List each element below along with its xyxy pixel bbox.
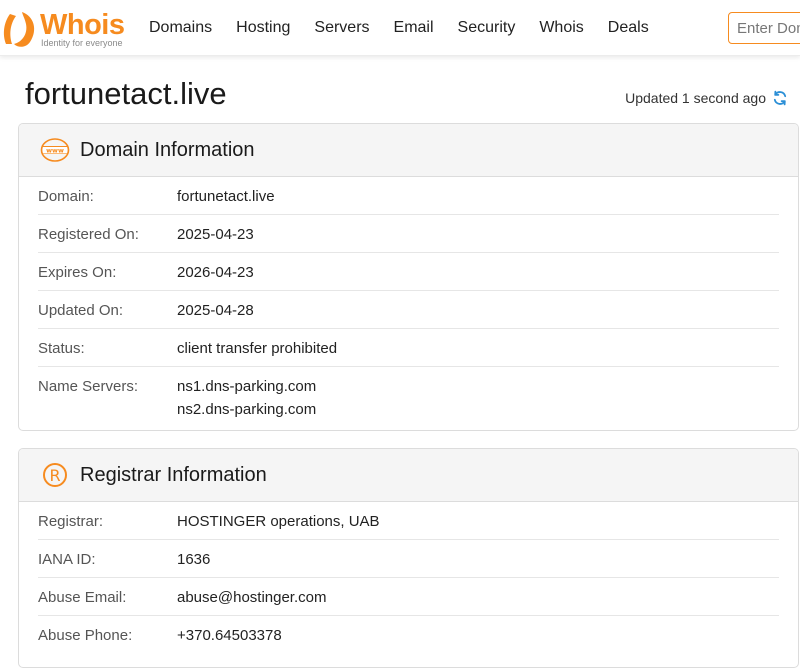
- domain-information-header: www Domain Information: [19, 124, 798, 177]
- site-header: Whois Identity for everyone Domains Host…: [0, 0, 800, 56]
- name-server-2: ns2.dns-parking.com: [177, 401, 317, 418]
- nav-whois[interactable]: Whois: [539, 0, 583, 56]
- registrar-information-title: Registrar Information: [80, 464, 267, 486]
- nav-deals[interactable]: Deals: [608, 0, 649, 56]
- info-row-registered-on: Registered On: 2025-04-23: [38, 215, 779, 253]
- row-label: Domain:: [38, 188, 94, 205]
- info-row-abuse-phone: Abuse Phone: +370.64503378: [38, 616, 779, 654]
- www-icon-text: www: [46, 146, 64, 154]
- row-label: Abuse Phone:: [38, 627, 133, 644]
- info-row-name-servers: Name Servers: ns1.dns-parking.com ns2.dn…: [38, 367, 779, 421]
- row-label: Abuse Email:: [38, 589, 127, 606]
- row-value: 1636: [177, 551, 211, 568]
- registrar-information-card: R Registrar Information Registrar: HOSTI…: [18, 448, 799, 668]
- updated-status: Updated 1 second ago: [625, 90, 788, 106]
- row-label: Registered On:: [38, 226, 139, 243]
- row-label: Expires On:: [38, 264, 117, 281]
- row-label: Updated On:: [38, 302, 124, 319]
- name-server-1: ns1.dns-parking.com: [177, 378, 317, 395]
- row-label: IANA ID:: [38, 551, 96, 568]
- www-globe-icon: www: [40, 138, 70, 162]
- row-value: 2025-04-28: [177, 302, 254, 319]
- refresh-icon[interactable]: [772, 90, 788, 106]
- row-value: 2026-04-23: [177, 264, 254, 281]
- row-value: client transfer prohibited: [177, 340, 338, 357]
- info-row-updated-on: Updated On: 2025-04-28: [38, 291, 779, 329]
- info-row-expires-on: Expires On: 2026-04-23: [38, 253, 779, 291]
- row-value: fortunetact.live: [177, 188, 275, 205]
- row-label: Status:: [38, 340, 85, 357]
- page-title: fortunetact.live: [25, 76, 227, 111]
- nav-security[interactable]: Security: [458, 0, 516, 56]
- row-value: ns1.dns-parking.com ns2.dns-parking.com: [177, 375, 316, 421]
- nav-email[interactable]: Email: [394, 0, 434, 56]
- info-row-iana-id: IANA ID: 1636: [38, 540, 779, 578]
- info-row-status: Status: client transfer prohibited: [38, 329, 779, 367]
- logo-tagline: Identity for everyone: [41, 38, 123, 48]
- row-value: 2025-04-23: [177, 226, 254, 243]
- registered-icon-text: R: [49, 466, 60, 485]
- domain-information-title: Domain Information: [80, 139, 255, 161]
- row-value: HOSTINGER operations, UAB: [177, 513, 380, 530]
- info-row-domain: Domain: fortunetact.live: [38, 177, 779, 215]
- info-row-registrar: Registrar: HOSTINGER operations, UAB: [38, 502, 779, 540]
- nav-servers[interactable]: Servers: [314, 0, 369, 56]
- info-row-abuse-email: Abuse Email: abuse@hostinger.com: [38, 578, 779, 616]
- domain-search-input[interactable]: [728, 12, 800, 44]
- logo-mark-icon: [3, 12, 35, 47]
- row-value: +370.64503378: [177, 627, 282, 644]
- updated-text: Updated 1 second ago: [625, 90, 766, 106]
- registered-trademark-icon: R: [43, 463, 67, 487]
- row-value: abuse@hostinger.com: [177, 589, 327, 606]
- row-label: Name Servers:: [38, 378, 139, 395]
- logo-wordmark: Whois: [40, 9, 125, 41]
- row-label: Registrar:: [38, 513, 104, 530]
- registrar-information-header: R Registrar Information: [19, 449, 798, 502]
- main-nav: Domains Hosting Servers Email Security W…: [149, 0, 673, 56]
- nav-domains[interactable]: Domains: [149, 0, 212, 56]
- whois-logo[interactable]: Whois Identity for everyone: [0, 6, 130, 50]
- domain-information-card: www Domain Information Domain: fortuneta…: [18, 123, 799, 431]
- nav-hosting[interactable]: Hosting: [236, 0, 290, 56]
